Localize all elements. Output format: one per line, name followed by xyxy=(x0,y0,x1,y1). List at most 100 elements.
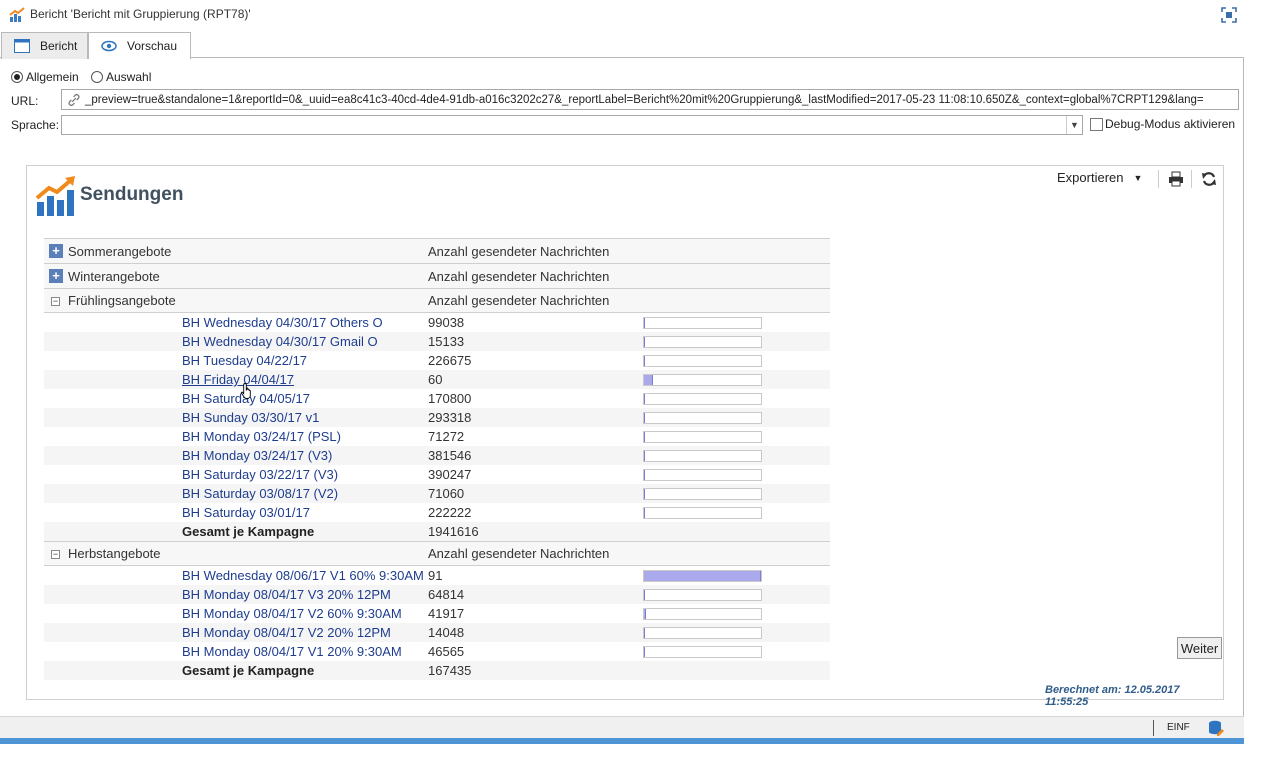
expand-icon[interactable]: + xyxy=(49,269,63,283)
message-count: 60 xyxy=(428,372,443,387)
count-bar xyxy=(643,488,762,500)
column-header: Anzahl gesendeter Nachrichten xyxy=(428,243,610,259)
count-bar xyxy=(643,431,762,443)
tab-vorschau[interactable]: Vorschau xyxy=(88,32,191,59)
radio-allgemein[interactable]: Allgemein xyxy=(11,70,79,84)
delivery-link[interactable]: BH Friday 04/04/17 xyxy=(182,372,294,387)
table-row: BH Monday 08/04/17 V3 20% 12PM 64814 xyxy=(44,585,830,604)
count-bar-fill xyxy=(644,356,645,366)
count-bar xyxy=(643,393,762,405)
message-count: 226675 xyxy=(428,353,472,368)
insert-mode-indicator: EINF xyxy=(1167,722,1190,733)
maximize-icon[interactable] xyxy=(1220,6,1238,24)
message-count: 381546 xyxy=(428,448,472,463)
count-bar-fill xyxy=(644,451,645,461)
message-count: 71272 xyxy=(428,429,465,444)
print-icon[interactable] xyxy=(1168,171,1184,187)
url-field[interactable]: _preview=true&standalone=1&reportId=0&_u… xyxy=(61,89,1239,110)
delivery-link[interactable]: BH Saturday 03/01/17 xyxy=(182,505,310,520)
computed-timestamp: Berechnet am: 12.05.2017 11:55:25 xyxy=(1045,684,1180,708)
table-row: BH Sunday 03/30/17 v1 293318 xyxy=(44,408,830,427)
count-bar xyxy=(643,627,762,639)
table-row: BH Friday 04/04/17 60 xyxy=(44,370,830,389)
report-window-icon xyxy=(14,39,30,53)
export-label: Exportieren xyxy=(1057,170,1124,185)
table-row: BH Monday 08/04/17 V2 20% 12PM 14048 xyxy=(44,623,830,642)
delivery-link[interactable]: BH Tuesday 04/22/17 xyxy=(182,353,307,368)
eye-icon xyxy=(101,40,117,52)
delivery-link[interactable]: BH Monday 08/04/17 V1 20% 9:30AM xyxy=(182,644,402,659)
status-bar: EINF xyxy=(0,716,1244,738)
debug-mode-checkbox[interactable]: Debug-Modus aktivieren xyxy=(1090,117,1235,131)
count-bar-fill xyxy=(644,590,645,600)
accent-line xyxy=(0,738,1244,744)
delivery-link[interactable]: BH Wednesday 08/06/17 V1 60% 9:30AM xyxy=(182,568,424,583)
message-count: 170800 xyxy=(428,391,472,406)
delivery-link[interactable]: BH Monday 08/04/17 V2 20% 12PM xyxy=(182,625,391,640)
message-count: 222222 xyxy=(428,505,472,520)
group-row[interactable]: + Sommerangebote Anzahl gesendeter Nachric… xyxy=(44,238,830,263)
radio-indicator[interactable] xyxy=(11,71,23,83)
delivery-link[interactable]: BH Sunday 03/30/17 v1 xyxy=(182,410,319,425)
delivery-link[interactable]: BH Monday 08/04/17 V2 60% 9:30AM xyxy=(182,606,402,621)
hand-cursor-icon xyxy=(240,383,251,399)
radio-label: Auswahl xyxy=(106,70,152,84)
total-label: Gesamt je Kampagne xyxy=(182,663,315,678)
count-bar xyxy=(643,374,762,386)
delivery-link[interactable]: BH Monday 03/24/17 (V3) xyxy=(182,448,332,463)
delivery-link[interactable]: BH Monday 03/24/17 (PSL) xyxy=(182,429,341,444)
checkbox-indicator[interactable] xyxy=(1090,117,1103,131)
url-label: URL: xyxy=(11,94,39,108)
chevron-down-icon[interactable]: ▼ xyxy=(1066,116,1082,134)
table-row: BH Tuesday 04/22/17 226675 xyxy=(44,351,830,370)
message-count: 91 xyxy=(428,568,443,583)
total-row: Gesamt je Kampagne 1941616 xyxy=(44,522,830,541)
language-select[interactable]: ▼ xyxy=(61,115,1083,135)
collapse-icon[interactable]: − xyxy=(51,550,60,559)
delivery-link[interactable]: BH Monday 08/04/17 V3 20% 12PM xyxy=(182,587,391,602)
delivery-link[interactable]: BH Wednesday 04/30/17 Gmail O xyxy=(182,334,378,349)
table-row: BH Wednesday 08/06/17 V1 60% 9:30AM 91 xyxy=(44,566,830,585)
count-bar-fill xyxy=(644,394,645,404)
table-row: BH Saturday 03/01/17 222222 xyxy=(44,503,830,522)
table-row: BH Wednesday 04/30/17 Gmail O 15133 xyxy=(44,332,830,351)
count-bar-fill xyxy=(644,375,653,385)
collapse-icon[interactable]: − xyxy=(51,297,60,306)
count-bar-fill xyxy=(644,609,646,619)
url-value: _preview=true&standalone=1&reportId=0&_u… xyxy=(85,93,1204,106)
caret-down-icon: ▼ xyxy=(1133,172,1143,183)
count-bar xyxy=(643,450,762,462)
delivery-link[interactable]: BH Wednesday 04/30/17 Others O xyxy=(182,315,383,330)
count-bar xyxy=(643,608,762,620)
count-bar xyxy=(643,507,762,519)
report-table: + Sommerangebote Anzahl gesendeter Nachric… xyxy=(44,238,830,680)
message-count: 64814 xyxy=(428,587,465,602)
delivery-link[interactable]: BH Saturday 03/22/17 (V3) xyxy=(182,467,338,482)
export-menu[interactable]: Exportieren ▼ xyxy=(1057,170,1142,185)
message-count: 41917 xyxy=(428,606,465,621)
report-logo-icon xyxy=(35,176,75,216)
next-button[interactable]: Weiter xyxy=(1177,637,1222,659)
total-value: 167435 xyxy=(428,663,472,678)
database-icon[interactable] xyxy=(1208,720,1224,736)
count-bar-fill xyxy=(644,489,645,499)
tab-bericht[interactable]: Bericht xyxy=(1,32,88,59)
count-bar xyxy=(643,589,762,601)
group-row[interactable]: − Herbstangebote Anzahl gesendeter Nachric… xyxy=(44,541,830,566)
tab-label: Vorschau xyxy=(127,39,178,53)
report-chart-icon xyxy=(9,7,25,22)
radio-auswahl[interactable]: Auswahl xyxy=(91,70,151,84)
message-count: 71060 xyxy=(428,486,465,501)
count-bar-fill xyxy=(644,413,645,423)
report-frame: Sendungen Exportieren ▼ + Sommerangebote A… xyxy=(26,165,1224,708)
radio-indicator[interactable] xyxy=(91,71,103,83)
message-count: 15133 xyxy=(428,334,465,349)
count-bar-fill xyxy=(644,647,645,657)
refresh-icon[interactable] xyxy=(1201,171,1217,187)
group-row[interactable]: + Winterangebote Anzahl gesendeter Nachric… xyxy=(44,263,830,288)
count-bar xyxy=(643,336,762,348)
group-row[interactable]: − Frühlingsangebote Anzahl gesendeter Nach… xyxy=(44,288,830,313)
table-row: BH Monday 08/04/17 V2 60% 9:30AM 41917 xyxy=(44,604,830,623)
expand-icon[interactable]: + xyxy=(49,244,63,258)
delivery-link[interactable]: BH Saturday 03/08/17 (V2) xyxy=(182,486,338,501)
